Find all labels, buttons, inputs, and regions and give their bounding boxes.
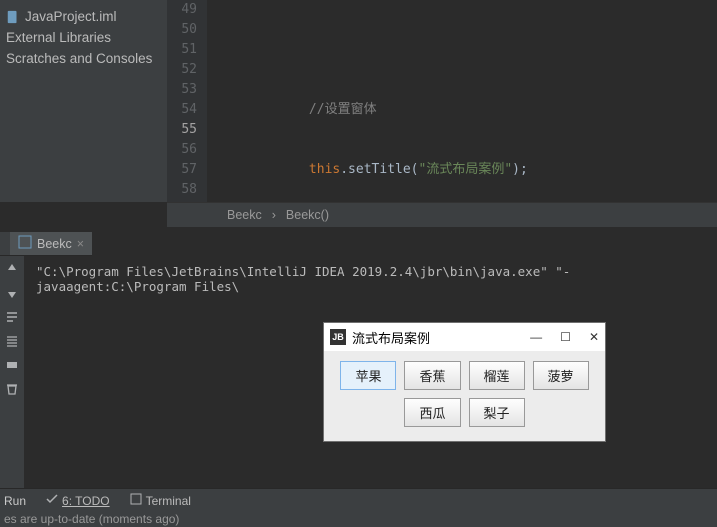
- run-tab-label: Beekc: [37, 237, 72, 251]
- chevron-right-icon: ›: [272, 208, 276, 222]
- todo-tool-button[interactable]: 6: TODO: [46, 493, 110, 508]
- todo-label: 6: TODO: [62, 494, 110, 508]
- line-number: 51: [167, 40, 197, 60]
- breadcrumb-item[interactable]: Beekc(): [286, 208, 329, 222]
- arrow-up-icon[interactable]: [5, 262, 19, 276]
- tree-label: Scratches and Consoles: [6, 51, 152, 66]
- run-tab-bar: Beekc ×: [0, 232, 92, 256]
- swing-button[interactable]: 菠萝: [533, 361, 589, 390]
- bottom-tool-bar: Run 6: TODO Terminal: [0, 488, 717, 512]
- status-text: es are up-to-date (moments ago): [4, 512, 179, 526]
- scroll-end-icon[interactable]: [5, 334, 19, 348]
- swing-button[interactable]: 榴莲: [469, 361, 525, 390]
- tree-item-ext-libs[interactable]: External Libraries: [4, 27, 163, 48]
- todo-icon: [46, 493, 58, 508]
- line-number: 58: [167, 180, 197, 200]
- minimize-icon[interactable]: —: [530, 330, 542, 344]
- line-number: 56: [167, 140, 197, 160]
- java-app-icon: JB: [330, 329, 346, 345]
- console-toolbar: [0, 256, 24, 488]
- swing-content: 苹果 香蕉 榴莲 菠萝 西瓜 梨子: [324, 351, 605, 441]
- project-tree: JavaProject.iml External Libraries Scrat…: [0, 0, 167, 202]
- run-tool-button[interactable]: Run: [4, 494, 26, 508]
- line-number: 57: [167, 160, 197, 180]
- status-bar: es are up-to-date (moments ago): [0, 512, 717, 527]
- tree-item-iml[interactable]: JavaProject.iml: [4, 6, 163, 27]
- trash-icon[interactable]: [5, 382, 19, 396]
- swing-window: JB 流式布局案例 — ☐ ✕ 苹果 香蕉 榴莲 菠萝 西瓜 梨子: [323, 322, 606, 442]
- line-number: 52: [167, 60, 197, 80]
- swing-button[interactable]: 苹果: [340, 361, 396, 390]
- maximize-icon[interactable]: ☐: [560, 330, 571, 344]
- run-tab[interactable]: Beekc ×: [10, 232, 92, 255]
- arrow-down-icon[interactable]: [5, 286, 19, 300]
- line-gutter: 49 50 51 52 53 54 55 56 57 58: [167, 0, 207, 202]
- tree-label: External Libraries: [6, 30, 111, 45]
- close-icon[interactable]: ✕: [589, 330, 599, 344]
- console-line: "C:\Program Files\JetBrains\IntelliJ IDE…: [36, 264, 705, 294]
- line-number: 54: [167, 100, 197, 120]
- print-icon[interactable]: [5, 358, 19, 372]
- swing-titlebar[interactable]: JB 流式布局案例 — ☐ ✕: [324, 323, 605, 351]
- code-line: //设置窗体: [207, 100, 717, 120]
- code-editor[interactable]: //设置窗体 this.setTitle("流式布局案例"); this.set…: [207, 0, 717, 202]
- swing-title-text: 流式布局案例: [352, 328, 530, 347]
- tree-label: JavaProject.iml: [25, 9, 117, 24]
- file-icon: [6, 10, 20, 24]
- line-number: 53: [167, 80, 197, 100]
- close-icon[interactable]: ×: [77, 237, 84, 251]
- code-line: [207, 40, 717, 60]
- soft-wrap-icon[interactable]: [5, 310, 19, 324]
- swing-button[interactable]: 梨子: [469, 398, 525, 427]
- breadcrumb: Beekc › Beekc(): [167, 202, 717, 227]
- run-window-icon: [18, 235, 32, 252]
- tree-item-scratches[interactable]: Scratches and Consoles: [4, 48, 163, 69]
- code-line: this.setTitle("流式布局案例");: [207, 160, 717, 180]
- swing-button[interactable]: 香蕉: [404, 361, 460, 390]
- line-number: 50: [167, 20, 197, 40]
- line-number-current: 55: [167, 120, 197, 140]
- breadcrumb-item[interactable]: Beekc: [227, 208, 262, 222]
- terminal-icon: [130, 493, 142, 508]
- swing-button[interactable]: 西瓜: [404, 398, 460, 427]
- terminal-tool-button[interactable]: Terminal: [130, 493, 191, 508]
- line-number: 49: [167, 0, 197, 20]
- terminal-label: Terminal: [146, 494, 191, 508]
